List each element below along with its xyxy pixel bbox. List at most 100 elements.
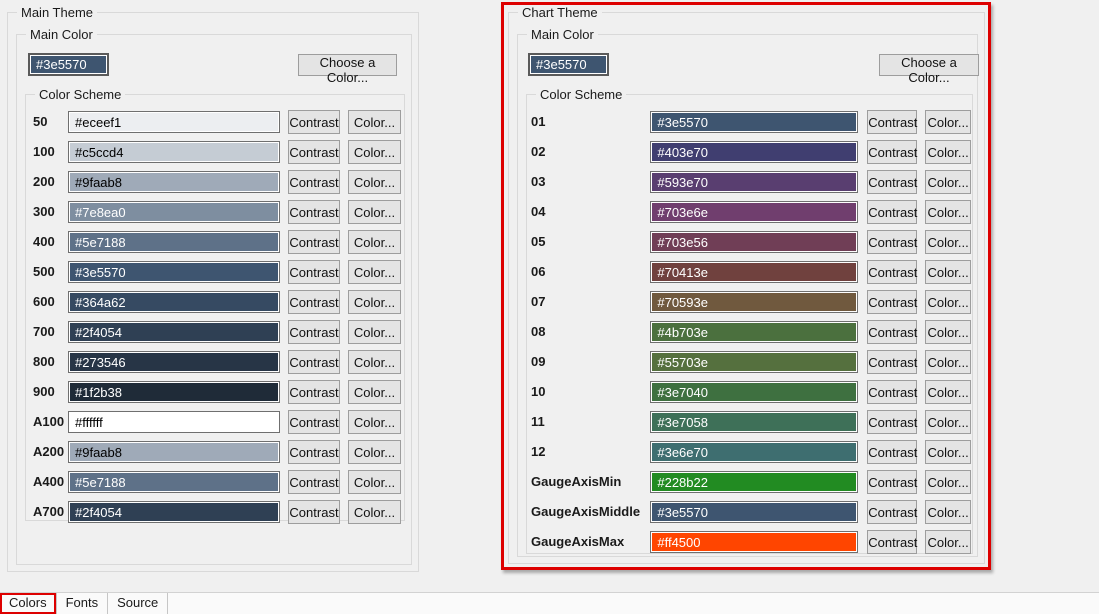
contrast-button[interactable]: Contrast xyxy=(288,140,340,164)
color-button[interactable]: Color... xyxy=(348,350,401,374)
color-button[interactable]: Color... xyxy=(925,350,971,374)
color-button[interactable]: Color... xyxy=(348,140,401,164)
color-value-field[interactable]: #403e70 xyxy=(650,141,858,163)
contrast-button[interactable]: Contrast xyxy=(867,440,917,464)
color-value-field[interactable]: #3e5570 xyxy=(68,261,280,283)
color-button[interactable]: Color... xyxy=(348,410,401,434)
color-value-field[interactable]: #70593e xyxy=(650,291,858,313)
contrast-button[interactable]: Contrast xyxy=(288,230,340,254)
color-button[interactable]: Color... xyxy=(925,140,971,164)
color-value-field[interactable]: #5e7188 xyxy=(68,471,280,493)
color-button[interactable]: Color... xyxy=(925,290,971,314)
color-value-field[interactable]: #c5ccd4 xyxy=(68,141,280,163)
contrast-button[interactable]: Contrast xyxy=(867,350,917,374)
contrast-button[interactable]: Contrast xyxy=(867,290,917,314)
color-button[interactable]: Color... xyxy=(925,530,971,554)
color-scheme-row: 08#4b703eContrastColor... xyxy=(531,317,971,347)
color-value-field[interactable]: #3e7040 xyxy=(650,381,858,403)
tab-fonts[interactable]: Fonts xyxy=(57,593,109,614)
contrast-button[interactable]: Contrast xyxy=(288,410,340,434)
contrast-button[interactable]: Contrast xyxy=(867,320,917,344)
color-button[interactable]: Color... xyxy=(348,230,401,254)
main-color-value-field[interactable]: #3e5570 xyxy=(28,53,109,76)
contrast-button[interactable]: Contrast xyxy=(288,500,340,524)
color-value-field[interactable]: #3e7058 xyxy=(650,411,858,433)
color-button[interactable]: Color... xyxy=(348,320,401,344)
color-button[interactable]: Color... xyxy=(348,110,401,134)
color-button[interactable]: Color... xyxy=(925,470,971,494)
contrast-button[interactable]: Contrast xyxy=(867,200,917,224)
color-value-field[interactable]: #228b22 xyxy=(650,471,858,493)
contrast-button[interactable]: Contrast xyxy=(867,140,917,164)
color-value-field[interactable]: #9faab8 xyxy=(68,171,280,193)
row-key-label: 50 xyxy=(33,107,68,137)
contrast-button[interactable]: Contrast xyxy=(288,470,340,494)
color-value-field[interactable]: #2f4054 xyxy=(68,501,280,523)
color-button[interactable]: Color... xyxy=(925,260,971,284)
color-value-field[interactable]: #eceef1 xyxy=(68,111,280,133)
choose-color-button[interactable]: Choose a Color... xyxy=(879,54,979,76)
color-value-field[interactable]: #5e7188 xyxy=(68,231,280,253)
color-button[interactable]: Color... xyxy=(925,230,971,254)
contrast-button[interactable]: Contrast xyxy=(867,170,917,194)
color-button[interactable]: Color... xyxy=(348,500,401,524)
color-value-field[interactable]: #2f4054 xyxy=(68,321,280,343)
contrast-button[interactable]: Contrast xyxy=(288,200,340,224)
contrast-button[interactable]: Contrast xyxy=(288,110,340,134)
contrast-button[interactable]: Contrast xyxy=(288,440,340,464)
color-value-field[interactable]: #9faab8 xyxy=(68,441,280,463)
contrast-button[interactable]: Contrast xyxy=(288,260,340,284)
color-button[interactable]: Color... xyxy=(348,170,401,194)
choose-color-button[interactable]: Choose a Color... xyxy=(298,54,397,76)
color-button[interactable]: Color... xyxy=(925,200,971,224)
color-button[interactable]: Color... xyxy=(348,440,401,464)
color-value-field[interactable]: #3e5570 xyxy=(650,501,858,523)
main-color-value-field[interactable]: #3e5570 xyxy=(528,53,609,76)
contrast-button[interactable]: Contrast xyxy=(867,410,917,434)
color-button[interactable]: Color... xyxy=(925,500,971,524)
color-hex: #3e5570 xyxy=(69,265,126,280)
color-button[interactable]: Color... xyxy=(925,410,971,434)
color-value-field[interactable]: #3e5570 xyxy=(650,111,858,133)
color-value-field[interactable]: #ffffff xyxy=(68,411,280,433)
contrast-button[interactable]: Contrast xyxy=(288,290,340,314)
color-button[interactable]: Color... xyxy=(925,380,971,404)
color-button[interactable]: Color... xyxy=(925,110,971,134)
color-value-field[interactable]: #ff4500 xyxy=(650,531,858,553)
color-value-field[interactable]: #364a62 xyxy=(68,291,280,313)
color-button[interactable]: Color... xyxy=(348,380,401,404)
color-button[interactable]: Color... xyxy=(925,320,971,344)
contrast-button[interactable]: Contrast xyxy=(867,530,917,554)
color-button[interactable]: Color... xyxy=(348,470,401,494)
color-hex: #1f2b38 xyxy=(69,385,122,400)
color-button[interactable]: Color... xyxy=(348,260,401,284)
color-button[interactable]: Color... xyxy=(925,170,971,194)
color-value-field[interactable]: #70413e xyxy=(650,261,858,283)
contrast-button[interactable]: Contrast xyxy=(867,230,917,254)
color-value-field[interactable]: #4b703e xyxy=(650,321,858,343)
color-value-field[interactable]: #703e56 xyxy=(650,231,858,253)
color-value-field[interactable]: #3e6e70 xyxy=(650,441,858,463)
color-button[interactable]: Color... xyxy=(925,440,971,464)
color-value-field[interactable]: #593e70 xyxy=(650,171,858,193)
color-value-field[interactable]: #55703e xyxy=(650,351,858,373)
contrast-button[interactable]: Contrast xyxy=(867,110,917,134)
color-button[interactable]: Color... xyxy=(348,200,401,224)
contrast-button[interactable]: Contrast xyxy=(867,500,917,524)
color-scheme-row: 900#1f2b38ContrastColor... xyxy=(33,377,401,407)
main-color-title: Main Color xyxy=(26,27,97,42)
contrast-button[interactable]: Contrast xyxy=(288,170,340,194)
contrast-button[interactable]: Contrast xyxy=(867,380,917,404)
color-value-field[interactable]: #7e8ea0 xyxy=(68,201,280,223)
color-button[interactable]: Color... xyxy=(348,290,401,314)
color-value-field[interactable]: #273546 xyxy=(68,351,280,373)
tab-colors[interactable]: Colors xyxy=(0,593,57,614)
tab-source[interactable]: Source xyxy=(108,593,168,614)
contrast-button[interactable]: Contrast xyxy=(867,260,917,284)
color-value-field[interactable]: #1f2b38 xyxy=(68,381,280,403)
contrast-button[interactable]: Contrast xyxy=(867,470,917,494)
color-value-field[interactable]: #703e6e xyxy=(650,201,858,223)
contrast-button[interactable]: Contrast xyxy=(288,350,340,374)
contrast-button[interactable]: Contrast xyxy=(288,380,340,404)
contrast-button[interactable]: Contrast xyxy=(288,320,340,344)
